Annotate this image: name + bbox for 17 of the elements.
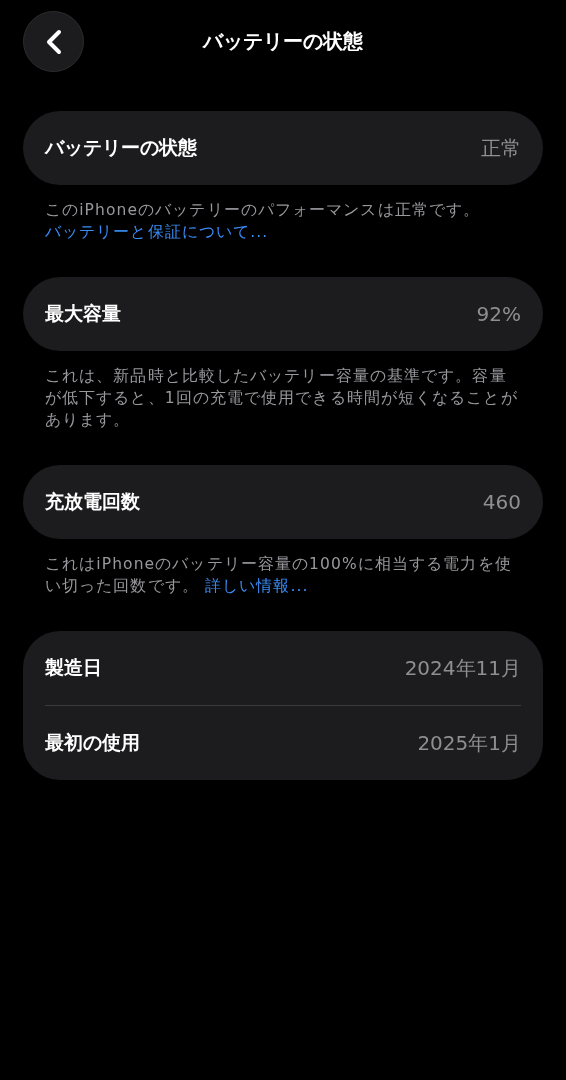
page-title: バッテリーの状態 xyxy=(203,27,363,55)
row-value: 92% xyxy=(476,302,521,326)
row-label: バッテリーの状態 xyxy=(45,135,197,160)
row-label: 充放電回数 xyxy=(45,489,140,514)
row-label: 最大容量 xyxy=(45,301,121,326)
row-label: 最初の使用 xyxy=(45,730,140,755)
info-link[interactable]: バッテリーと保証について... xyxy=(45,223,269,241)
chevron-left-icon xyxy=(45,28,62,55)
footer-note: これは、新品時と比較したバッテリー容量の基準です。容量が低下すると、1回の充電で使用できる時間が短くなることがあります。 xyxy=(44,366,519,431)
row-value: 2025年1月 xyxy=(417,729,521,757)
info-link[interactable]: 詳しい情報... xyxy=(204,577,309,595)
row-value: 正常 xyxy=(481,134,521,162)
footer-note: このiPhoneのバッテリーのパフォーマンスは正常です。 バッテリーと保証について... xyxy=(44,200,482,243)
row-value: 2024年11月 xyxy=(404,654,521,682)
row-value: 460 xyxy=(482,490,521,514)
footer-note: これはiPhoneのバッテリー容量の100%に相当する電力を使い切った回数です。 詳しい情報... xyxy=(44,554,513,597)
row-label: 製造日 xyxy=(45,655,102,680)
